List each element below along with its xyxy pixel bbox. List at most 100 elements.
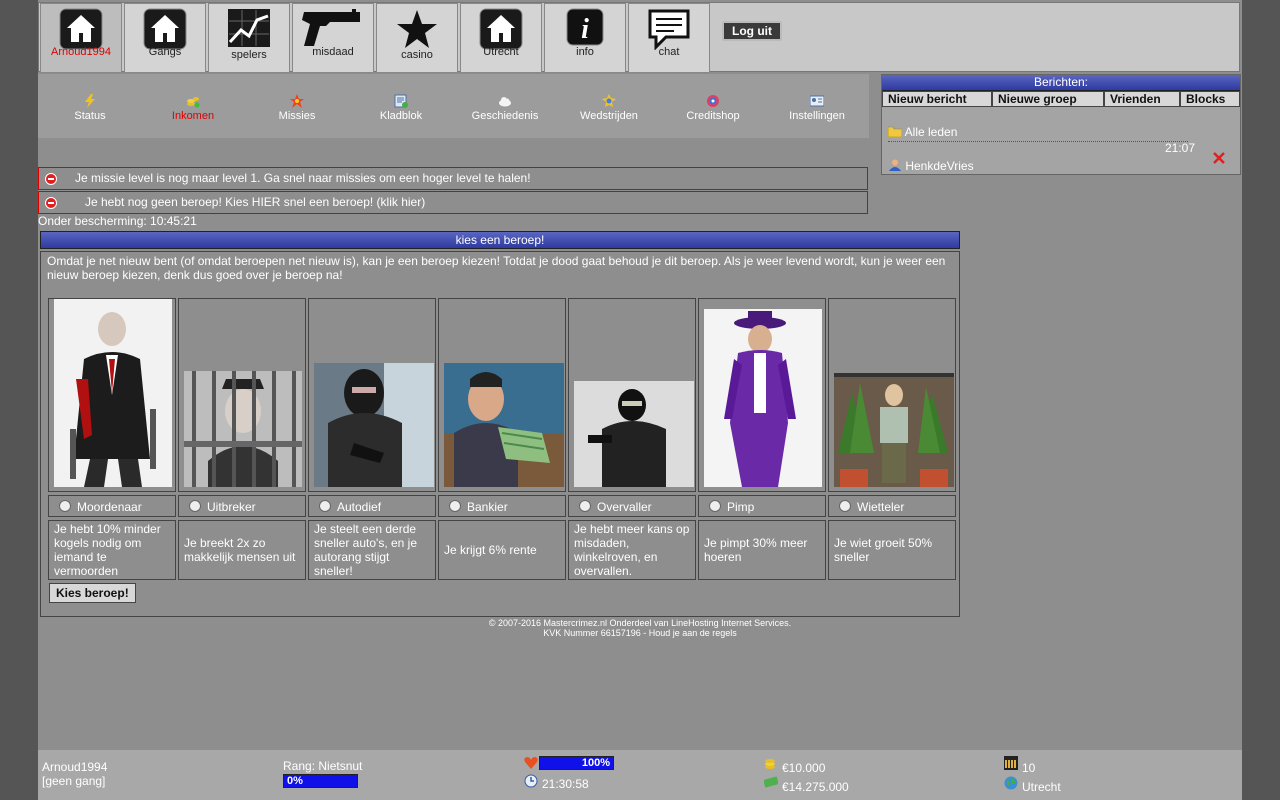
secondary-navigation: Status Inkomen Missies Kladblok Geschied… bbox=[38, 74, 869, 138]
alert-profession-text: Je hebt nog geen beroep! Kies HIER snel … bbox=[85, 195, 426, 209]
folder-icon bbox=[887, 126, 903, 138]
job-name: Wietteler bbox=[857, 500, 905, 514]
subnav-kladblok[interactable]: Kladblok bbox=[349, 94, 453, 122]
star-badge-icon bbox=[290, 94, 304, 108]
tab-new-group[interactable]: Nieuwe groep bbox=[992, 91, 1104, 107]
status-username[interactable]: Arnoud1994 bbox=[42, 760, 107, 774]
job-name: Bankier bbox=[467, 500, 508, 514]
job-image bbox=[828, 298, 956, 492]
radio-button[interactable] bbox=[189, 500, 201, 512]
subnav-missies[interactable]: Missies bbox=[245, 94, 349, 122]
job-description: Je breekt 2x zo makkelijk mensen uit bbox=[178, 520, 306, 580]
coins-icon bbox=[187, 97, 200, 108]
delete-icon[interactable] bbox=[1212, 151, 1226, 168]
subnav-kladblok-label: Kladblok bbox=[379, 110, 423, 122]
job-image bbox=[48, 298, 176, 492]
hitman-image bbox=[54, 299, 172, 487]
nav-spelers[interactable]: spelers bbox=[208, 3, 290, 73]
banknote-icon bbox=[763, 776, 779, 791]
job-description-text: Je steelt een derde sneller auto's, en j… bbox=[314, 522, 418, 578]
job-radio-bankier[interactable]: Bankier bbox=[438, 495, 566, 517]
nav-chat-label: chat bbox=[658, 46, 680, 58]
nav-casino[interactable]: casino bbox=[376, 3, 458, 73]
tab-blocks[interactable]: Blocks bbox=[1180, 91, 1240, 107]
messages-tabs: Nieuw bericht Nieuwe groep Vrienden Bloc… bbox=[882, 91, 1240, 107]
job-description: Je wiet groeit 50% sneller bbox=[828, 520, 956, 580]
radio-button[interactable] bbox=[579, 500, 591, 512]
status-bank: €14.275.000 bbox=[782, 780, 849, 794]
nav-info[interactable]: i info bbox=[544, 3, 626, 73]
status-city[interactable]: Utrecht bbox=[1022, 780, 1061, 794]
subnav-creditshop[interactable]: Creditshop bbox=[661, 94, 765, 122]
alert-no-profession[interactable]: Je hebt nog geen beroep! Kies HIER snel … bbox=[38, 191, 868, 214]
subnav-wedstrijden[interactable]: Wedstrijden bbox=[557, 94, 661, 122]
job-image bbox=[698, 298, 826, 492]
nav-misdaad[interactable]: misdaad bbox=[292, 3, 374, 73]
nav-gangs-label: Gangs bbox=[148, 46, 182, 58]
info-icon: i bbox=[566, 8, 604, 49]
job-image bbox=[568, 298, 696, 492]
subnav-inkomen[interactable]: Inkomen bbox=[141, 94, 245, 122]
status-rank: Rang: Nietsnut bbox=[283, 759, 363, 773]
nav-gangs[interactable]: Gangs bbox=[124, 3, 206, 73]
job-radio-moordenaar[interactable]: Moordenaar bbox=[48, 495, 176, 517]
radio-button[interactable] bbox=[709, 500, 721, 512]
cloud-icon bbox=[499, 97, 511, 107]
prisoner-image bbox=[184, 371, 302, 487]
job-description-text: Je krijgt 6% rente bbox=[444, 543, 537, 557]
clock-icon bbox=[524, 774, 538, 791]
nav-utrecht[interactable]: Utrecht bbox=[460, 3, 542, 73]
radio-button[interactable] bbox=[59, 500, 71, 512]
messages-panel: Berichten: Nieuw bericht Nieuwe groep Vr… bbox=[881, 74, 1241, 175]
tab-new-message[interactable]: Nieuw bericht bbox=[882, 91, 992, 107]
status-clock: 21:30:58 bbox=[542, 777, 589, 791]
shop-icon bbox=[707, 95, 719, 107]
status-bullets: 10 bbox=[1022, 761, 1036, 775]
radio-button[interactable] bbox=[839, 500, 851, 512]
message-time: 21:07 bbox=[1165, 141, 1196, 155]
job-image bbox=[178, 298, 306, 492]
radio-button[interactable] bbox=[449, 500, 461, 512]
subnav-instellingen[interactable]: Instellingen bbox=[765, 94, 869, 122]
heart-icon bbox=[524, 756, 538, 773]
job-description: Je hebt 10% minder kogels nodig om ieman… bbox=[48, 520, 176, 580]
nav-profile[interactable]: Arnoud1994 bbox=[40, 3, 122, 73]
subnav-status-label: Status bbox=[74, 110, 106, 122]
job-radio-pimp[interactable]: Pimp bbox=[698, 495, 826, 517]
radio-button[interactable] bbox=[319, 500, 331, 512]
logout-button[interactable]: Log uit bbox=[722, 21, 782, 41]
subnav-missies-label: Missies bbox=[278, 110, 316, 122]
nav-chat[interactable]: chat bbox=[628, 3, 710, 73]
divider bbox=[888, 141, 1188, 142]
job-radio-overvaller[interactable]: Overvaller bbox=[568, 495, 696, 517]
job-image bbox=[438, 298, 566, 492]
chart-icon bbox=[227, 8, 271, 51]
status-bar: Arnoud1994 [geen gang] Rang: Nietsnut 0%… bbox=[38, 750, 1242, 800]
job-overvaller: Overvaller Je hebt meer kans op misdaden… bbox=[568, 298, 696, 580]
alert-mission-level[interactable]: Je missie level is nog maar level 1. Ga … bbox=[38, 167, 868, 190]
alert-mission-text: Je missie level is nog maar level 1. Ga … bbox=[75, 171, 531, 185]
job-radio-autodief[interactable]: Autodief bbox=[308, 495, 436, 517]
subnav-inkomen-label: Inkomen bbox=[171, 110, 215, 122]
protection-timer: Onder bescherming: 10:45:21 bbox=[38, 214, 197, 228]
health-label: 100% bbox=[581, 757, 610, 769]
job-image bbox=[308, 298, 436, 492]
medal-icon bbox=[602, 94, 616, 107]
job-name: Overvaller bbox=[597, 500, 652, 514]
job-radio-wietteler[interactable]: Wietteler bbox=[828, 495, 956, 517]
job-description-text: Je hebt meer kans op misdaden, winkelrov… bbox=[574, 522, 690, 578]
tab-friends[interactable]: Vrienden bbox=[1104, 91, 1180, 107]
footer-kvk: KVK Nummer 66157196 - Houd je aan de reg… bbox=[543, 628, 737, 638]
star-icon bbox=[395, 8, 439, 53]
job-radio-uitbreker[interactable]: Uitbreker bbox=[178, 495, 306, 517]
message-sender-row[interactable]: HenkdeVries bbox=[888, 159, 974, 173]
subnav-geschiedenis[interactable]: Geschiedenis bbox=[453, 94, 557, 122]
choose-profession-button[interactable]: Kies beroep! bbox=[49, 583, 136, 603]
job-name: Pimp bbox=[727, 500, 755, 514]
subnav-status[interactable]: Status bbox=[38, 94, 142, 122]
message-group-row[interactable]: Alle leden bbox=[887, 125, 957, 139]
nav-info-label: info bbox=[576, 46, 594, 58]
nav-utrecht-label: Utrecht bbox=[483, 46, 519, 58]
car-thief-image bbox=[314, 363, 434, 487]
job-pimp: Pimp Je pimpt 30% meer hoeren bbox=[698, 298, 826, 580]
